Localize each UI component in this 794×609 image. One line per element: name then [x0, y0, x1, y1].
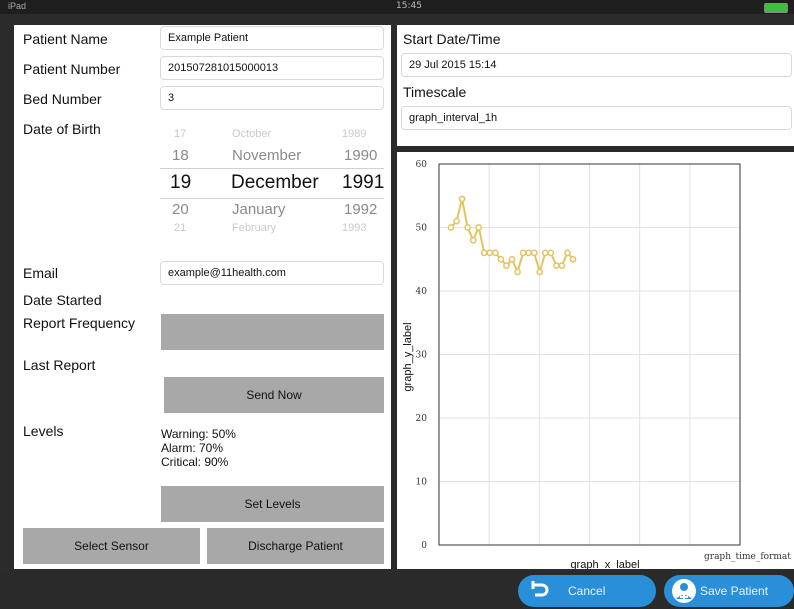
save-patient-button[interactable]: Save Patient: [664, 575, 794, 607]
start-datetime-field[interactable]: 29 Jul 2015 15:14: [401, 53, 792, 77]
levels-values: Warning: 50% Alarm: 70% Critical: 90%: [161, 427, 236, 469]
picker-day: 19: [170, 172, 192, 193]
picker-year: 1993: [342, 222, 367, 234]
picker-year: 1990: [344, 147, 378, 164]
time-format-label: graph_time_format: [704, 552, 791, 562]
x-axis-label: graph_x_label: [570, 559, 639, 569]
report-frequency-select[interactable]: [161, 314, 384, 350]
patient-number-field[interactable]: 201507281015000013: [160, 56, 384, 80]
y-tick-label: 0: [421, 541, 427, 551]
alarm-level: Alarm: 70%: [161, 441, 224, 455]
cancel-button[interactable]: Cancel: [518, 575, 656, 607]
data-point: [547, 249, 555, 257]
battery-icon: [764, 3, 788, 13]
data-point: [514, 268, 521, 276]
report-frequency-label: Report Frequency: [23, 315, 136, 331]
y-axis-label: graph_y_label: [402, 322, 414, 391]
picker-month: February: [232, 222, 277, 234]
timescale-field[interactable]: graph_interval_1h: [401, 106, 792, 130]
data-point: [453, 217, 460, 225]
picker-day: 20: [172, 201, 189, 218]
email-label: Email: [23, 265, 59, 281]
picker-month: December: [231, 172, 319, 193]
picker-month: October: [232, 128, 272, 140]
data-point: [503, 262, 510, 269]
critical-level: Critical: 90%: [161, 455, 229, 469]
picker-year: 1989: [342, 128, 367, 140]
picker-row-selected[interactable]: 19 December 1991: [160, 172, 384, 198]
warning-level: Warning: 50%: [161, 427, 236, 441]
y-tick-label: 40: [416, 287, 428, 297]
picker-row[interactable]: 18 November 1990: [160, 147, 384, 171]
line-chart: 0 10 20 30 40 50 60 graph_y_label graph_x_label g…: [402, 160, 791, 571]
picker-month: November: [232, 147, 302, 164]
data-point: [447, 224, 455, 231]
cancel-label: Cancel: [568, 584, 606, 598]
picker-day: 17: [174, 128, 187, 140]
y-tick-label: 50: [416, 224, 428, 234]
y-tick-label: 10: [416, 478, 428, 488]
bottom-toolbar: Cancel Save Patient: [0, 573, 794, 609]
picker-row[interactable]: 21 February 1993: [160, 222, 384, 246]
date-started-label: Date Started: [23, 292, 102, 308]
set-levels-button[interactable]: Set Levels: [161, 486, 384, 522]
y-tick-label: 30: [416, 351, 428, 361]
data-point: [569, 255, 577, 263]
last-report-label: Last Report: [23, 357, 96, 373]
data-point: [525, 249, 532, 257]
data-point: [558, 262, 566, 269]
send-now-button[interactable]: Send Now: [164, 377, 384, 413]
data-point: [486, 249, 494, 257]
picker-day: 18: [172, 147, 189, 164]
data-point: [464, 224, 471, 231]
data-point: [492, 249, 499, 257]
discharge-patient-button[interactable]: Discharge Patient: [207, 528, 384, 564]
picker-year: 1992: [344, 201, 378, 218]
picker-month: January: [232, 201, 286, 218]
add-user-icon: [672, 579, 696, 603]
patient-number-label: Patient Number: [23, 61, 121, 77]
status-signal: iPad: [8, 1, 27, 11]
email-field[interactable]: example@11health.com: [160, 261, 384, 285]
save-patient-label: Save Patient: [700, 584, 769, 598]
data-point: [475, 224, 483, 231]
picker-day: 21: [174, 222, 187, 234]
y-tick-label: 20: [416, 414, 428, 424]
date-of-birth-label: Date of Birth: [23, 121, 101, 137]
picker-year: 1991: [342, 172, 384, 193]
patient-form-panel: Patient Name Example Patient Patient Num…: [14, 25, 391, 569]
data-point: [536, 268, 544, 276]
data-point: [469, 236, 477, 244]
data-point: [541, 249, 549, 257]
patient-name-label: Patient Name: [23, 31, 108, 47]
bed-number-field[interactable]: 3: [160, 86, 384, 110]
data-point: [564, 249, 571, 257]
back-arrow-icon: [526, 579, 550, 603]
start-datetime-label: Start Date/Time: [403, 31, 501, 47]
schedule-panel: Start Date/Time 29 Jul 2015 15:14 Timesc…: [397, 25, 794, 146]
status-time: 15:45: [396, 1, 422, 11]
select-sensor-button[interactable]: Select Sensor: [23, 528, 200, 564]
date-of-birth-picker[interactable]: 17 October 1989 18 November 1990 19 Dece…: [160, 128, 384, 258]
data-point: [480, 249, 488, 257]
bed-number-label: Bed Number: [23, 91, 102, 107]
data-point: [519, 249, 527, 257]
data-point: [553, 262, 560, 269]
data-point: [508, 255, 516, 263]
y-tick-label: 60: [416, 160, 428, 170]
data-point: [497, 255, 505, 263]
chart-panel: 0 10 20 30 40 50 60 graph_y_label graph_x_label g…: [397, 152, 794, 571]
timescale-label: Timescale: [403, 84, 467, 100]
status-bar: iPad 15:45: [0, 0, 794, 14]
data-point: [530, 249, 538, 257]
patient-name-field[interactable]: Example Patient: [160, 26, 384, 50]
data-point: [458, 195, 466, 203]
levels-label: Levels: [23, 423, 64, 439]
